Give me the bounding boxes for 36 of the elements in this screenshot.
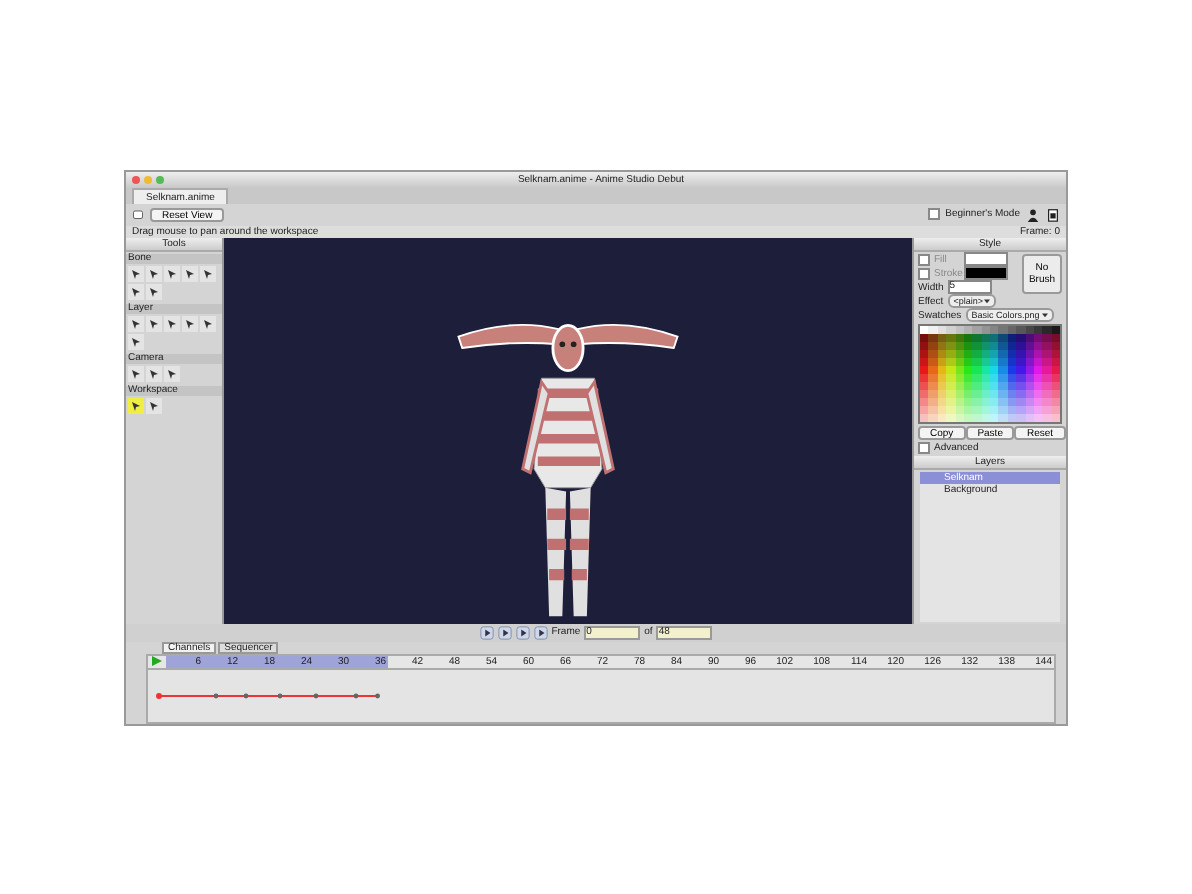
tool-icon[interactable]: [200, 315, 216, 331]
caret-icon: [1041, 312, 1048, 318]
document-icon[interactable]: [1046, 207, 1060, 221]
caret-icon: [984, 298, 991, 304]
playback-button[interactable]: [497, 625, 512, 639]
tool-icon[interactable]: [128, 333, 144, 349]
tool-icon[interactable]: [164, 265, 180, 281]
tool-icon[interactable]: [200, 265, 216, 281]
fill-color-swatch[interactable]: [964, 252, 1008, 266]
playback-button[interactable]: [479, 625, 494, 639]
tool-icon[interactable]: [182, 265, 198, 281]
tool-icon[interactable]: [146, 265, 162, 281]
checkbox[interactable]: [927, 208, 940, 220]
tool-icon[interactable]: [128, 365, 144, 381]
tool-icon[interactable]: [128, 265, 144, 281]
tool-icon[interactable]: [146, 283, 162, 299]
tool-icon[interactable]: [146, 365, 162, 381]
channel-track[interactable]: [146, 669, 1056, 723]
close-button[interactable]: [132, 175, 140, 183]
checkbox[interactable]: [918, 267, 930, 279]
playback-button[interactable]: [533, 625, 548, 639]
tool-icon[interactable]: [128, 397, 144, 413]
checkbox[interactable]: [918, 441, 930, 453]
tool-icon[interactable]: [146, 397, 162, 413]
tool-icon[interactable]: [182, 315, 198, 331]
tool-icon[interactable]: [146, 315, 162, 331]
tool-icon[interactable]: [128, 315, 144, 331]
checkbox[interactable]: [918, 253, 930, 265]
person-icon[interactable]: [1026, 207, 1040, 221]
color-palette[interactable]: [918, 323, 1062, 423]
workspace-canvas[interactable]: [224, 237, 912, 623]
tool-icon[interactable]: [128, 283, 144, 299]
tool-icon[interactable]: [164, 365, 180, 381]
stroke-color-swatch[interactable]: [964, 266, 1008, 280]
playback-button[interactable]: [515, 625, 530, 639]
tool-icon[interactable]: [164, 315, 180, 331]
